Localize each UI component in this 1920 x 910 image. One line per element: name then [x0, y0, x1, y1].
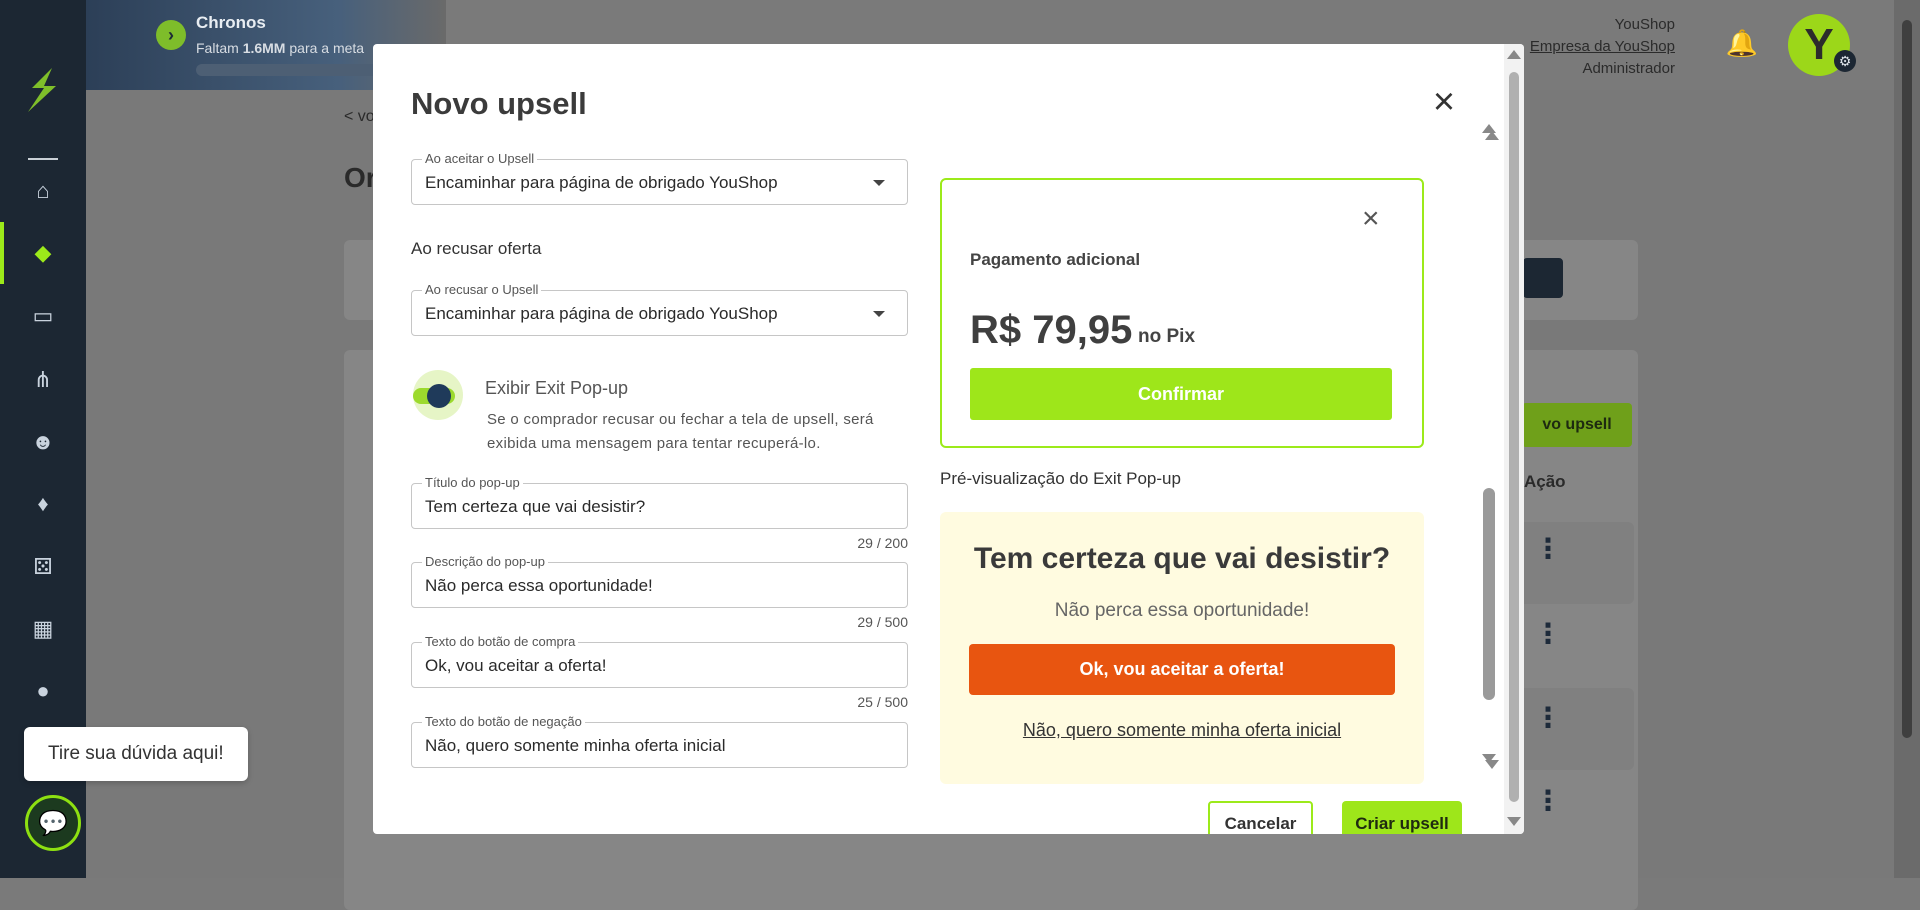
exit-popup-toggle-label: Exibir Exit Pop-up [485, 378, 629, 398]
page-scroll-thumb[interactable] [1902, 20, 1912, 738]
exit-preview-accept-button: Ok, vou aceitar a oferta! [969, 644, 1395, 695]
page-heading-partial: Or [344, 162, 377, 193]
diamond-icon: ♦ [37, 491, 49, 516]
char-counter: 29 / 200 [857, 535, 908, 551]
goal-remaining: Faltam 1.6MM para a meta [196, 40, 365, 56]
new-upsell-button-partial: vo upsell [1522, 403, 1632, 447]
field-value: Encaminhar para página de obrigado YouSh… [425, 173, 778, 192]
user-info: YouShop Empresa da YouShop Administrador [1530, 14, 1675, 80]
decline-button-text-input[interactable]: Texto do botão de negação Não, quero som… [411, 714, 908, 768]
field-label: Título do pop-up [422, 475, 523, 490]
exit-popup-help-text: Se o comprador recusar ou fechar a tela … [487, 411, 874, 452]
decline-section-label: Ao recusar oferta [411, 239, 542, 258]
popup-title-input[interactable]: Título do pop-up Tem certeza que vai des… [411, 475, 908, 529]
field-value: Encaminhar para página de obrigado YouSh… [425, 304, 778, 323]
decline-upsell-select[interactable]: Ao recusar o Upsell Encaminhar para pági… [411, 282, 908, 336]
new-upsell-modal: Novo upsell × Ao aceitar o Upsell Encami… [373, 44, 1524, 834]
field-value: Não, quero somente minha oferta inicial [425, 736, 726, 755]
sidebar-active-indicator [0, 222, 4, 284]
modal-scroll-thumb[interactable] [1509, 72, 1519, 802]
chat-help-button[interactable]: 💬 [25, 795, 81, 851]
close-icon[interactable]: × [1426, 81, 1462, 123]
preview-scrollbar[interactable] [1480, 124, 1498, 824]
offer-confirm-button: Confirmar [970, 368, 1392, 420]
user-name: YouShop [1614, 16, 1675, 33]
scroll-up-icon[interactable] [1507, 50, 1521, 59]
char-counter: 29 / 500 [857, 614, 908, 630]
exit-preview-decline-link: Não, quero somente minha oferta inicial [1022, 720, 1342, 740]
bell-icon: 🔔 [1725, 28, 1758, 58]
exit-preview-heading: Tem certeza que vai desistir? [973, 542, 1391, 575]
exit-popup-toggle[interactable] [411, 368, 469, 424]
avatar: Y ⚙ [1788, 14, 1856, 76]
preview-scroll-thumb[interactable] [1483, 488, 1495, 700]
field-value: Tem certeza que vai desistir? [425, 497, 646, 516]
field-label: Ao aceitar o Upsell [422, 151, 538, 166]
field-label: Descrição do pop-up [422, 554, 548, 569]
row-actions-icon: ⋮ [1534, 785, 1562, 816]
help-bubble: Tire sua dúvida aqui! [24, 727, 248, 781]
exit-popup-preview: Tem certeza que vai desistir? Não perca … [940, 512, 1424, 784]
accept-upsell-select[interactable]: Ao aceitar o Upsell Encaminhar para pági… [411, 151, 908, 205]
field-label: Ao recusar o Upsell [422, 282, 542, 297]
dark-button-partial [1523, 258, 1563, 298]
home-icon: ⌂ [36, 178, 50, 203]
chevron-right-icon: › [156, 20, 186, 50]
row-actions-icon: ⋮ [1534, 702, 1562, 733]
exit-preview-title: Pré-visualização do Exit Pop-up [940, 469, 1181, 488]
row-actions-icon: ⋮ [1534, 533, 1562, 564]
chevron-down-icon [873, 180, 885, 186]
scroll-up-icon[interactable] [1485, 131, 1499, 140]
action-column-header: Ação [1524, 472, 1566, 491]
char-counter: 25 / 500 [857, 694, 908, 710]
popup-description-input[interactable]: Descrição do pop-up Não perca essa oport… [411, 554, 908, 608]
row-actions-icon: ⋮ [1534, 618, 1562, 649]
goal-name: Chronos [196, 13, 266, 32]
brand-logo [28, 68, 56, 112]
scroll-down-icon[interactable] [1507, 817, 1521, 826]
offer-title: Pagamento adicional [970, 250, 1141, 269]
modal-title: Novo upsell [411, 86, 587, 121]
chat-icon: 💬 [38, 809, 68, 837]
modal-scrollbar[interactable] [1504, 44, 1524, 834]
offer-price: R$ 79,95 [970, 308, 1133, 352]
back-link: < vo [344, 108, 375, 125]
field-value: Ok, vou aceitar a oferta! [425, 656, 607, 675]
field-value: Não perca essa oportunidade! [425, 576, 653, 595]
close-icon: × [1362, 202, 1380, 235]
account-icon: ● [36, 678, 50, 703]
scroll-down-icon[interactable] [1485, 760, 1499, 769]
field-label: Texto do botão de compra [422, 634, 579, 649]
buy-button-text-input[interactable]: Texto do botão de compra Ok, vou aceitar… [411, 634, 908, 688]
create-upsell-button[interactable]: Criar upsell [1342, 801, 1462, 834]
company-link: Empresa da YouShop [1529, 38, 1675, 55]
gear-icon: ⚙ [1834, 50, 1856, 72]
shopping-bag-icon: ◆ [34, 240, 52, 265]
offer-price-suffix: no Pix [1138, 326, 1196, 347]
sidebar-divider [28, 158, 58, 160]
upsell-offer-preview: × Pagamento adicional R$ 79,95 no Pix Co… [940, 178, 1424, 448]
page-scrollbar[interactable] [1894, 0, 1920, 878]
apps-icon: ▦ [32, 616, 54, 641]
field-label: Texto do botão de negação [422, 714, 585, 729]
network-icon: ⋔ [33, 367, 53, 392]
users-icon: ☻ [31, 429, 55, 454]
dice-icon: ⚄ [33, 554, 53, 579]
presentation-icon: ▭ [32, 303, 54, 328]
cancel-button[interactable]: Cancelar [1208, 801, 1313, 834]
user-role: Administrador [1582, 60, 1675, 77]
chevron-down-icon [873, 311, 885, 317]
exit-preview-description: Não perca essa oportunidade! [1054, 600, 1310, 621]
